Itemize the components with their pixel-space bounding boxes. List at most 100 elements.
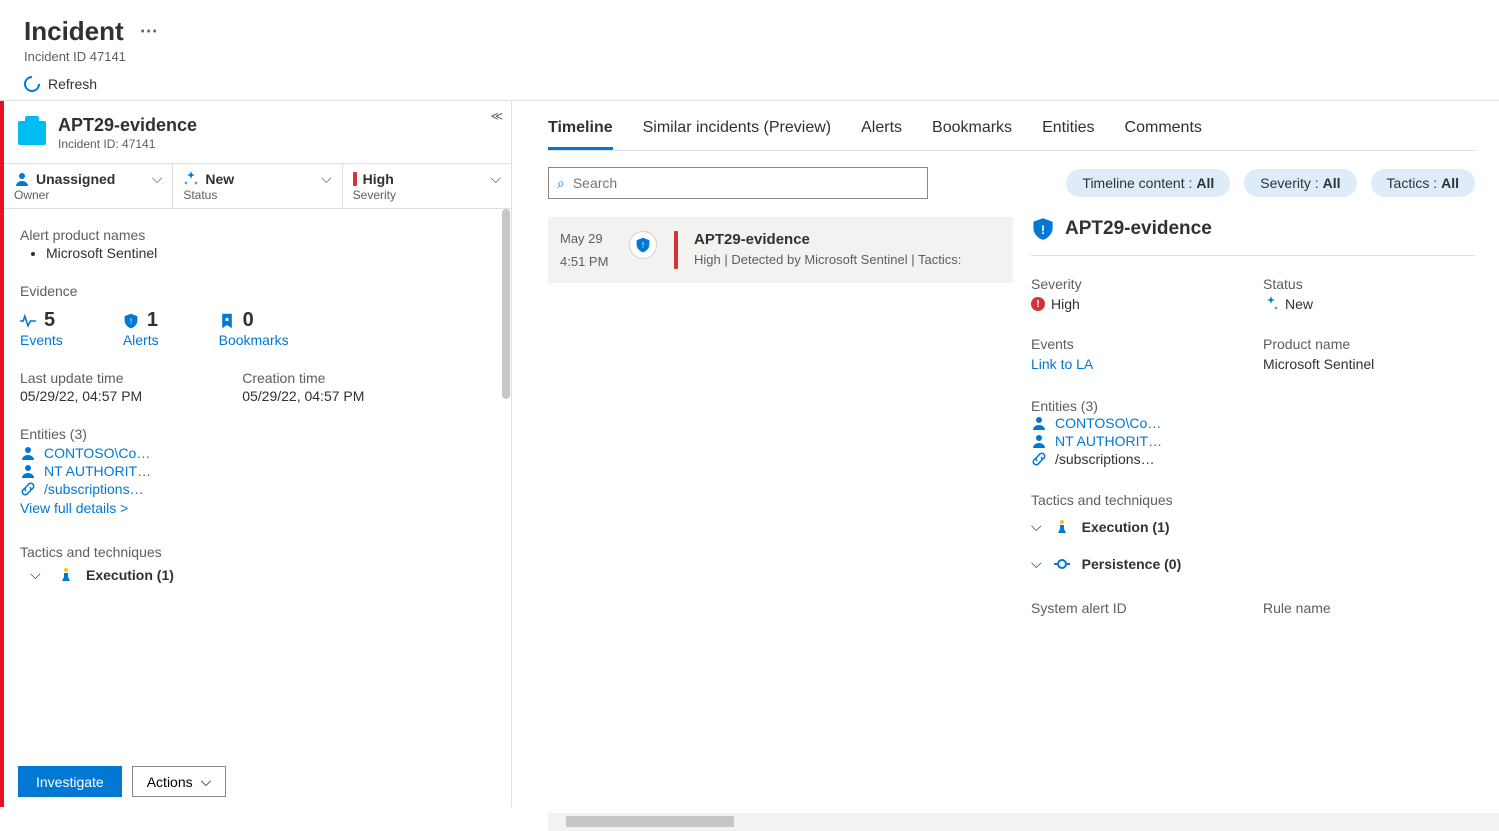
rule-name-label: Rule name <box>1263 600 1475 616</box>
tab-timeline[interactable]: Timeline <box>548 119 613 150</box>
chevron-down-icon: ⌵ <box>321 170 332 187</box>
alerts-link[interactable]: ! 1 Alerts <box>123 309 159 348</box>
tactic-name: Persistence (0) <box>1082 556 1182 572</box>
actions-dropdown[interactable]: Actions ⌵ <box>132 766 227 797</box>
alert-products-label: Alert product names <box>20 227 495 243</box>
status-dropdown[interactable]: New ⌵ Status <box>173 164 342 208</box>
severity-dropdown[interactable]: High ⌵ Severity <box>343 164 511 208</box>
entity-link[interactable]: /subscriptions… <box>1031 450 1475 468</box>
link-to-la[interactable]: Link to LA <box>1031 356 1243 372</box>
tactic-item[interactable]: ⌵ Execution (1) <box>1031 508 1475 545</box>
status-label: Status <box>183 188 331 202</box>
events-count: 5 <box>44 309 55 332</box>
timeline-subtitle: High | Detected by Microsoft Sentinel | … <box>694 252 1001 267</box>
timeline-time: 4:51 PM <box>560 254 616 269</box>
status-value: New <box>205 171 234 187</box>
tactic-item[interactable]: ⌵ Execution (1) <box>20 566 495 583</box>
tab-alerts[interactable]: Alerts <box>861 119 902 150</box>
shield-icon: ! <box>1031 217 1055 241</box>
events-link[interactable]: 5 Events <box>20 309 63 348</box>
refresh-label: Refresh <box>48 76 97 92</box>
entity-link[interactable]: /subscriptions… <box>20 480 495 498</box>
timeline-item[interactable]: May 29 4:51 PM ! APT29-evidence High | D… <box>548 217 1013 283</box>
chevron-down-icon: ⌵ <box>152 170 163 187</box>
filter-tactics[interactable]: Tactics : All <box>1371 169 1475 197</box>
detail-status-value: New <box>1285 296 1313 312</box>
search-icon: ⌕ <box>557 175 565 192</box>
execution-icon <box>58 567 74 583</box>
owner-value: Unassigned <box>36 171 115 187</box>
entity-link[interactable]: CONTOSO\Co… <box>20 444 495 462</box>
last-update-value: 05/29/22, 04:57 PM <box>20 388 142 404</box>
owner-dropdown[interactable]: Unassigned ⌵ Owner <box>4 164 173 208</box>
page-subtitle: Incident ID 47141 <box>24 49 1475 64</box>
bookmark-icon <box>219 313 235 329</box>
detail-severity-label: Severity <box>1031 276 1243 292</box>
person-icon <box>1031 415 1047 431</box>
investigate-button[interactable]: Investigate <box>18 766 122 797</box>
severity-bar-icon <box>353 172 357 186</box>
alerts-count: 1 <box>147 309 158 332</box>
chevron-down-icon: ⌵ <box>490 170 501 187</box>
view-full-details-link[interactable]: View full details > <box>20 500 495 516</box>
creation-label: Creation time <box>242 370 364 386</box>
tab-bookmarks[interactable]: Bookmarks <box>932 119 1012 150</box>
filter-timeline-content[interactable]: Timeline content : All <box>1066 169 1230 197</box>
person-icon <box>1031 433 1047 449</box>
person-icon <box>20 463 36 479</box>
sparkle-icon <box>183 171 199 187</box>
actions-label: Actions <box>147 774 193 790</box>
search-input-wrapper[interactable]: ⌕ <box>548 167 928 199</box>
link-icon <box>20 481 36 497</box>
chevron-down-icon: ⌵ <box>1031 518 1042 535</box>
detail-title: APT29-evidence <box>1065 218 1212 240</box>
tactic-item[interactable]: ⌵ Persistence (0) <box>1031 545 1475 582</box>
chevron-down-icon: ⌵ <box>201 773 212 790</box>
svg-text:!: ! <box>642 241 644 250</box>
person-icon <box>14 171 30 187</box>
chevron-down-icon: ⌵ <box>1031 555 1042 572</box>
tab-comments[interactable]: Comments <box>1125 119 1202 150</box>
detail-status-label: Status <box>1263 276 1475 292</box>
tab-entities[interactable]: Entities <box>1042 119 1094 150</box>
detail-tactics-label: Tactics and techniques <box>1031 492 1475 508</box>
severity-bar-icon <box>674 231 678 269</box>
refresh-icon <box>21 73 44 96</box>
system-alert-id-label: System alert ID <box>1031 600 1243 616</box>
filter-severity[interactable]: Severity : All <box>1244 169 1356 197</box>
entity-link[interactable]: NT AUTHORIT… <box>20 462 495 480</box>
bookmarks-label: Bookmarks <box>219 332 289 348</box>
severity-label: Severity <box>353 188 501 202</box>
detail-product-label: Product name <box>1263 336 1475 352</box>
more-icon[interactable]: ⋯ <box>140 21 158 42</box>
severity-value: High <box>363 171 394 187</box>
execution-icon <box>1054 519 1070 535</box>
horizontal-scrollbar[interactable] <box>548 813 1499 831</box>
refresh-button[interactable]: Refresh <box>24 76 97 92</box>
tactic-name: Execution (1) <box>1082 519 1170 535</box>
svg-text:!: ! <box>130 317 132 326</box>
shield-icon: ! <box>629 231 657 259</box>
timeline-title: APT29-evidence <box>694 231 1001 248</box>
severity-dot-icon: ! <box>1031 297 1045 311</box>
tab-similar[interactable]: Similar incidents (Preview) <box>643 119 832 150</box>
incident-name: APT29-evidence <box>58 115 197 136</box>
collapse-button[interactable]: ≪ <box>490 109 503 123</box>
alerts-label: Alerts <box>123 332 159 348</box>
creation-value: 05/29/22, 04:57 PM <box>242 388 364 404</box>
owner-label: Owner <box>14 188 162 202</box>
alert-product-item: Microsoft Sentinel <box>46 245 495 261</box>
entities-label: Entities (3) <box>20 426 495 442</box>
tactic-name: Execution (1) <box>86 567 174 583</box>
detail-product-value: Microsoft Sentinel <box>1263 356 1475 372</box>
detail-severity-value: High <box>1051 296 1080 312</box>
shield-icon: ! <box>123 313 139 329</box>
last-update-label: Last update time <box>20 370 142 386</box>
bookmarks-link[interactable]: 0 Bookmarks <box>219 309 289 348</box>
scrollbar[interactable] <box>495 209 511 756</box>
search-input[interactable] <box>573 175 919 191</box>
entity-link[interactable]: CONTOSO\Co… <box>1031 414 1475 432</box>
entity-link[interactable]: NT AUTHORIT… <box>1031 432 1475 450</box>
detail-events-label: Events <box>1031 336 1243 352</box>
briefcase-icon <box>18 121 46 145</box>
